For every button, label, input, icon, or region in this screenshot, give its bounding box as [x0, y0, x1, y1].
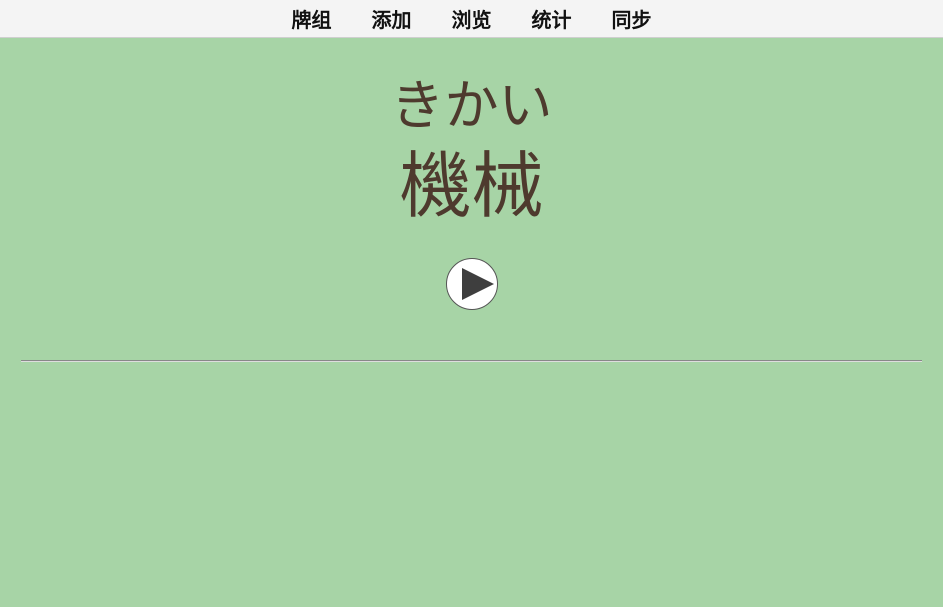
play-audio-button[interactable]: [445, 258, 498, 310]
nav-stats[interactable]: 统计: [532, 4, 572, 33]
nav-sync[interactable]: 同步: [612, 4, 652, 33]
card-content: きかい 機械: [0, 76, 943, 310]
nav-add[interactable]: 添加: [372, 4, 412, 33]
card-reading: きかい: [390, 74, 553, 137]
nav-decks[interactable]: 牌组: [292, 4, 332, 33]
answer-divider: [21, 360, 922, 362]
card-word: 機械: [399, 144, 544, 228]
nav-browse[interactable]: 浏览: [452, 4, 492, 33]
play-icon: [461, 268, 494, 300]
top-toolbar: 牌组 添加 浏览 统计 同步: [0, 0, 943, 38]
